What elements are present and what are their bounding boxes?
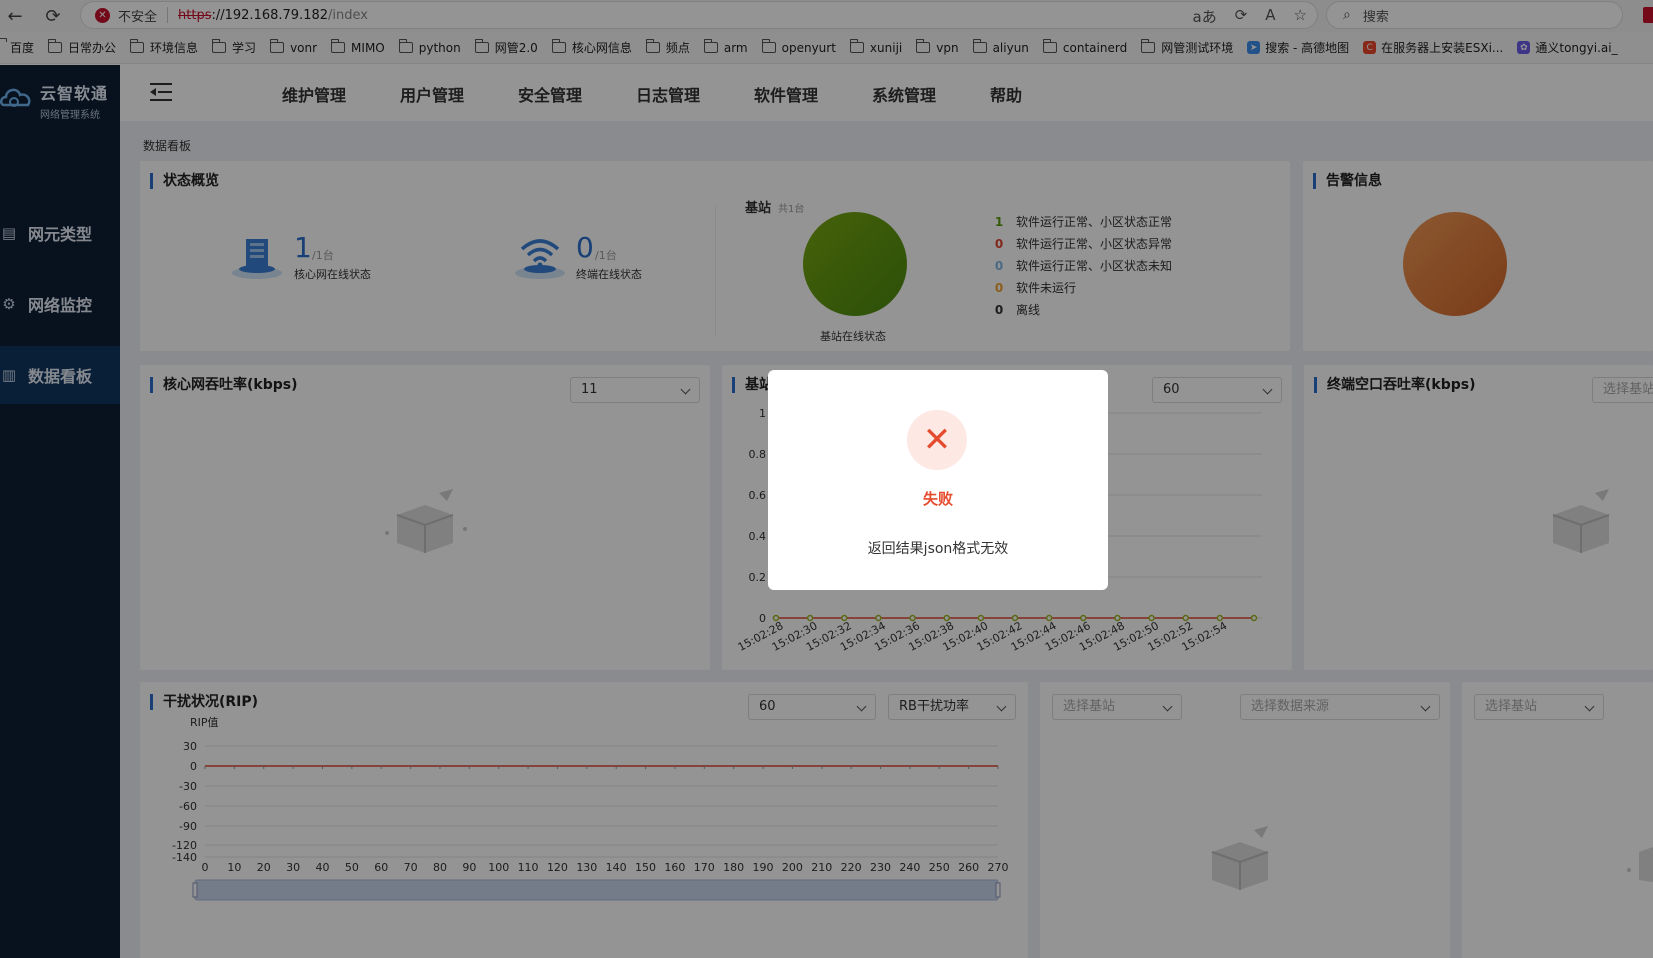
modal-message: 返回结果json格式无效 xyxy=(867,541,1009,557)
modal-title: 失败 xyxy=(922,490,953,508)
close-x-icon: ✕ xyxy=(922,420,952,460)
error-modal: ✕ 失败 返回结果json格式无效 xyxy=(768,370,1108,590)
error-circle-icon: ✕ xyxy=(907,410,967,470)
